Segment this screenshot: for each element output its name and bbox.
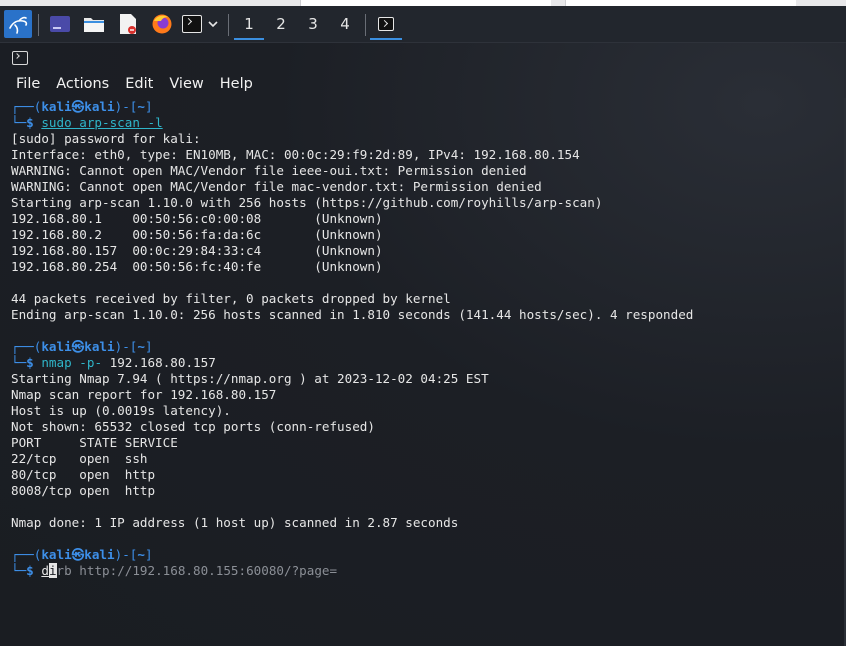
text-cursor: i	[48, 563, 57, 578]
output-line: 80/tcp open http	[11, 467, 156, 482]
menu-edit[interactable]: Edit	[117, 73, 161, 95]
file-manager-icon[interactable]	[80, 10, 108, 38]
menu-help[interactable]: Help	[212, 73, 261, 95]
taskbar-separator	[228, 14, 229, 36]
command-line: └─$ sudo arp-scan -l	[11, 115, 163, 130]
output-line: Starting arp-scan 1.10.0 with 256 hosts …	[11, 195, 603, 210]
output-line: Not shown: 65532 closed tcp ports (conn-…	[11, 419, 375, 434]
command-flag: -p-	[79, 355, 103, 370]
autosuggestion: rb http://192.168.80.155:60080/?page=	[56, 563, 338, 578]
command-argument: 192.168.80.157	[109, 355, 216, 370]
prompt-header: ┌──(kali㉿kali)-[~]	[11, 99, 153, 114]
window-titlebar[interactable]	[0, 43, 846, 71]
active-command-line[interactable]: └─$ dirb http://192.168.80.155:60080/?pa…	[11, 563, 337, 579]
output-line: 192.168.80.157 00:0c:29:84:33:c4 (Unknow…	[11, 243, 383, 258]
menu-actions[interactable]: Actions	[48, 73, 117, 95]
output-line: Nmap done: 1 IP address (1 host up) scan…	[11, 515, 459, 530]
prompt-header: ┌──(kali㉿kali)-[~]	[11, 339, 153, 354]
output-line: [sudo] password for kali:	[11, 131, 201, 146]
command-arp-scan: sudo arp-scan -l	[41, 115, 163, 130]
menu-file[interactable]: File	[8, 73, 48, 95]
kali-menu-icon[interactable]	[4, 10, 32, 38]
output-line: Host is up (0.0019s latency).	[11, 403, 231, 418]
workspace-3[interactable]: 3	[298, 10, 328, 38]
output-line: 192.168.80.1 00:50:56:c0:00:08 (Unknown)	[11, 211, 383, 226]
command-line: └─$ nmap -p- 192.168.80.157	[11, 355, 216, 370]
output-line: 192.168.80.2 00:50:56:fa:da:6c (Unknown)	[11, 227, 383, 242]
terminal-window: File Actions Edit View Help ┌──(kali㉿kal…	[0, 43, 846, 646]
firefox-icon[interactable]	[148, 10, 176, 38]
output-line: PORT STATE SERVICE	[11, 435, 178, 450]
output-line: Interface: eth0, type: EN10MB, MAC: 00:0…	[11, 147, 580, 162]
workspace-1[interactable]: 1	[234, 10, 264, 40]
output-line: 44 packets received by filter, 0 packets…	[11, 291, 451, 306]
taskbar-separator	[38, 14, 39, 36]
output-line: 8008/tcp open http	[11, 483, 156, 498]
terminal-output[interactable]: ┌──(kali㉿kali)-[~] └─$ sudo arp-scan -l …	[0, 98, 846, 646]
active-terminal-icon[interactable]	[370, 10, 402, 40]
output-line: WARNING: Cannot open MAC/Vendor file mac…	[11, 179, 542, 194]
typed-text: d	[41, 563, 49, 578]
text-editor-icon[interactable]	[114, 10, 142, 38]
dropdown-chevron-icon[interactable]	[204, 10, 222, 38]
terminal-icon[interactable]	[180, 10, 204, 38]
terminal-app-icon	[12, 51, 28, 65]
prompt-header: ┌──(kali㉿kali)-[~]	[11, 547, 153, 562]
menu-bar: File Actions Edit View Help	[8, 73, 261, 95]
show-desktop-icon[interactable]	[46, 10, 74, 38]
output-line: Starting Nmap 7.94 ( https://nmap.org ) …	[11, 371, 489, 386]
workspace-2[interactable]: 2	[266, 10, 296, 38]
menu-view[interactable]: View	[161, 73, 211, 95]
output-line: Ending arp-scan 1.10.0: 256 hosts scanne…	[11, 307, 694, 322]
output-line: 22/tcp open ssh	[11, 451, 148, 466]
workspace-4[interactable]: 4	[330, 10, 360, 38]
output-line: 192.168.80.254 00:50:56:fc:40:fe (Unknow…	[11, 259, 383, 274]
output-line: WARNING: Cannot open MAC/Vendor file iee…	[11, 163, 527, 178]
output-line: Nmap scan report for 192.168.80.157	[11, 387, 277, 402]
taskbar: 1 2 3 4	[0, 6, 846, 43]
taskbar-separator	[365, 14, 366, 36]
command-nmap: nmap	[41, 355, 72, 370]
